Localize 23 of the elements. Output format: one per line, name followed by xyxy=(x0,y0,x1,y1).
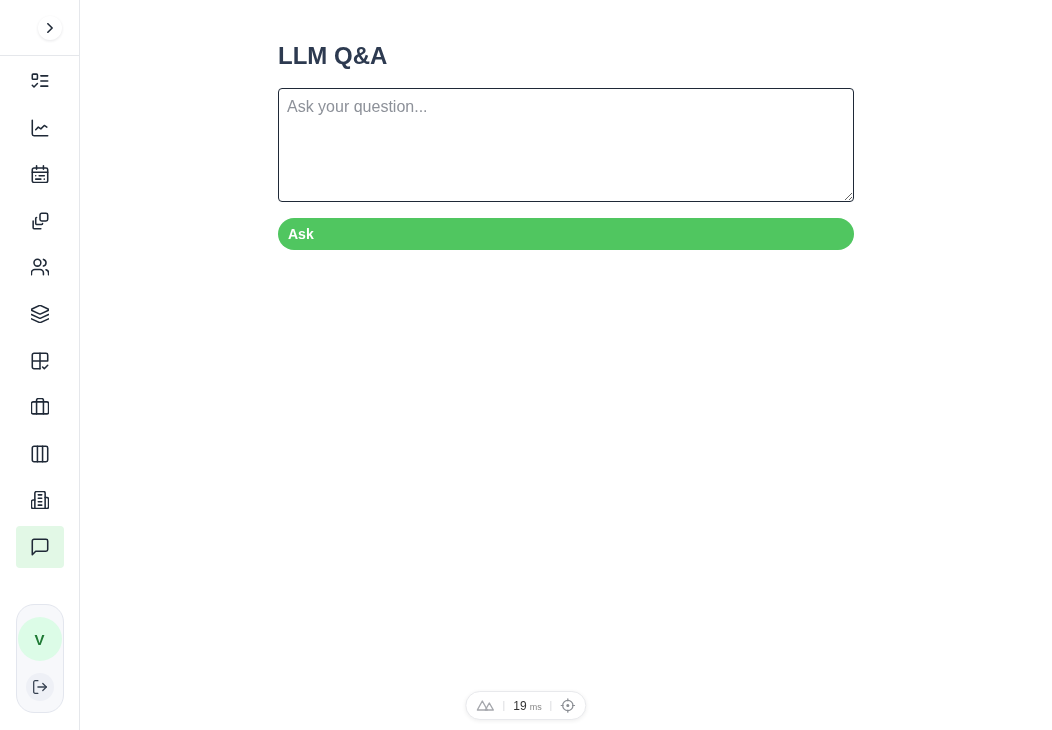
layers-icon xyxy=(30,304,49,323)
grid-check-icon xyxy=(30,351,49,370)
building-icon xyxy=(30,491,49,510)
users-icon xyxy=(30,258,49,277)
question-field[interactable]: Ask your question... xyxy=(278,88,854,202)
copies-icon xyxy=(30,211,49,230)
briefcase-icon xyxy=(30,398,49,417)
columns-icon xyxy=(30,444,49,463)
checklist-icon xyxy=(30,72,49,90)
chevron-right-icon xyxy=(47,22,53,33)
time-unit: ms xyxy=(529,701,542,712)
triangles-icon xyxy=(476,700,495,711)
render-time: 19 xyxy=(513,698,527,713)
chat-icon xyxy=(30,537,49,556)
calendar-icon xyxy=(30,165,49,184)
line-chart-icon xyxy=(30,118,49,137)
logout-icon xyxy=(32,680,47,694)
logout-button[interactable] xyxy=(25,673,54,701)
avatar[interactable]: V xyxy=(17,617,62,661)
nav-button[interactable] xyxy=(15,525,64,568)
crosshair-icon xyxy=(560,698,576,713)
page-title: LLM Q&A xyxy=(278,41,389,71)
sidebar-toggle-button[interactable] xyxy=(38,15,62,40)
